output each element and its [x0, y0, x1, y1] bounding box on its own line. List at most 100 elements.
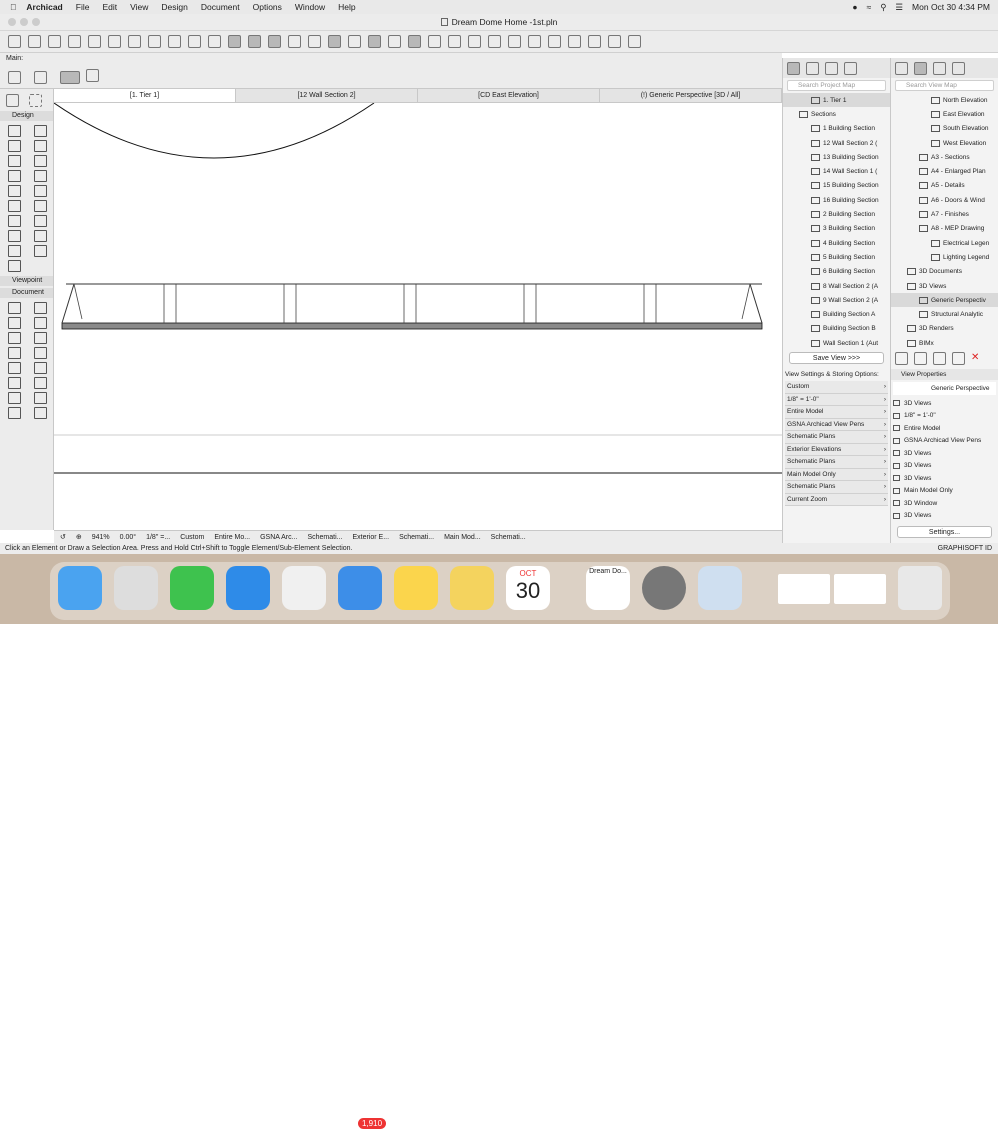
text-tool-icon[interactable]: [8, 332, 21, 344]
layer-icon[interactable]: [188, 35, 201, 48]
apple-menu-icon[interactable]: : [10, 2, 16, 12]
flag-icon[interactable]: [568, 35, 581, 48]
view-map-item[interactable]: 3D Documents: [891, 265, 998, 279]
teamwork-icon[interactable]: [628, 35, 641, 48]
messages-icon[interactable]: [170, 566, 214, 610]
railing-tool-icon[interactable]: [34, 170, 47, 182]
menu-edit[interactable]: Edit: [102, 2, 117, 12]
window-minimize-button[interactable]: [20, 18, 28, 26]
project-map-item[interactable]: 16 Building Section: [783, 193, 890, 207]
view-map-search[interactable]: Search View Map: [895, 80, 994, 91]
line-tool-icon[interactable]: [34, 362, 47, 374]
project-map-item[interactable]: 12 Wall Section 2 (: [783, 136, 890, 150]
section-icon[interactable]: [448, 35, 461, 48]
angle-value[interactable]: 0.00°: [120, 534, 136, 541]
hotspot-star-icon[interactable]: [34, 392, 47, 404]
layout-book-icon-2[interactable]: [933, 62, 946, 75]
element-picker-icon[interactable]: [8, 71, 21, 84]
view-map-item[interactable]: A8 - MEP Drawing: [891, 222, 998, 236]
status-model-view[interactable]: Entire Mo...: [214, 534, 250, 541]
status-dimension-style[interactable]: Schemati...: [491, 534, 526, 541]
project-map-search[interactable]: Search Project Map: [787, 80, 886, 91]
archicad-recent-icon[interactable]: Dream Do...: [586, 566, 630, 610]
view-map-item[interactable]: A4 - Enlarged Plan: [891, 164, 998, 178]
rotation-icon[interactable]: [60, 71, 80, 84]
ruler-icon[interactable]: [208, 35, 221, 48]
scale-value[interactable]: 1/8" =...: [146, 534, 170, 541]
view-map-item[interactable]: East Elevation: [891, 107, 998, 121]
geometry-method-icon[interactable]: [34, 71, 47, 84]
layout-book-icon[interactable]: [825, 62, 838, 75]
marquee-icon[interactable]: [408, 35, 421, 48]
view-setting-row[interactable]: Schematic Plans ›: [785, 456, 888, 469]
undo-view-icon[interactable]: ↺: [60, 533, 66, 541]
change-tool-icon[interactable]: [34, 347, 47, 359]
mesh-tool-icon[interactable]: [34, 215, 47, 227]
viewpoint-section[interactable]: Viewpoint: [0, 276, 53, 286]
new-folder-icon[interactable]: [895, 352, 908, 365]
graphisoft-id[interactable]: GRAPHISOFT ID: [938, 543, 992, 554]
status-pen-set[interactable]: GSNA Arc...: [260, 534, 297, 541]
opening-tool-icon[interactable]: [34, 245, 47, 257]
view-name-field[interactable]: Generic Perspective: [893, 382, 996, 395]
panel-tool-icon[interactable]: [8, 260, 21, 272]
label-tool-icon[interactable]: [34, 332, 47, 344]
project-map-item[interactable]: 8 Wall Section 2 (A: [783, 279, 890, 293]
radial-dimension-tool-icon[interactable]: [34, 302, 47, 314]
view-property-row[interactable]: 3D Views: [891, 397, 998, 410]
arrow-select-icon[interactable]: [6, 94, 19, 107]
view-map-item[interactable]: 3D Views: [891, 279, 998, 293]
view-mode-icon[interactable]: [328, 35, 341, 48]
lock-icon[interactable]: [348, 35, 361, 48]
window-tool-icon[interactable]: [8, 200, 21, 212]
view-map-item[interactable]: Electrical Legen: [891, 236, 998, 250]
project-map-item[interactable]: 1. Tier 1: [783, 93, 890, 108]
table-icon[interactable]: [388, 35, 401, 48]
zone-tool-icon[interactable]: [8, 215, 21, 227]
intersect-icon[interactable]: [548, 35, 561, 48]
photos-icon[interactable]: [282, 566, 326, 610]
tab-tier-1[interactable]: [1. Tier 1]: [54, 89, 236, 102]
view-property-row[interactable]: 3D Views: [891, 460, 998, 473]
drawing-canvas[interactable]: [53, 102, 782, 530]
window-zoom-button[interactable]: [32, 18, 40, 26]
project-map-item[interactable]: Sections: [783, 107, 890, 121]
beam-tool-icon[interactable]: [8, 140, 21, 152]
view-settings-icon[interactable]: [933, 352, 946, 365]
drawing-tool-icon[interactable]: [34, 407, 47, 419]
view-map-item[interactable]: Generic Perspectiv: [891, 293, 998, 308]
view-map-item[interactable]: Structural Analytic: [891, 307, 998, 321]
view-map-item[interactable]: A5 - Details: [891, 179, 998, 193]
status-structure[interactable]: Schemati...: [399, 534, 434, 541]
split-icon[interactable]: [128, 35, 141, 48]
view-property-row[interactable]: 3D Views: [891, 510, 998, 523]
menu-options[interactable]: Options: [253, 2, 282, 12]
redo-icon[interactable]: [48, 35, 61, 48]
hotspot-tool-icon[interactable]: [8, 347, 21, 359]
zoom-value[interactable]: 941%: [92, 534, 110, 541]
guide-line-icon[interactable]: [248, 35, 261, 48]
view-map-item[interactable]: 3D Renders: [891, 322, 998, 336]
clone-view-icon[interactable]: [914, 352, 927, 365]
dimension-tool-icon[interactable]: [8, 302, 21, 314]
adjust-icon[interactable]: [528, 35, 541, 48]
stair-tool-icon[interactable]: [8, 170, 21, 182]
object-tool-icon[interactable]: [8, 230, 21, 242]
rotate-icon[interactable]: [488, 35, 501, 48]
view-property-row[interactable]: GSNA Archicad View Pens: [891, 435, 998, 448]
project-map-item[interactable]: 4 Building Section: [783, 236, 890, 250]
project-map-item[interactable]: Wall Section 1 (Aut: [783, 336, 890, 348]
pan-hand-icon[interactable]: [8, 35, 21, 48]
find-select-icon[interactable]: [68, 35, 81, 48]
datetime[interactable]: Mon Oct 30 4:34 PM: [912, 2, 990, 12]
project-map-item[interactable]: Building Section A: [783, 307, 890, 321]
view-setting-row[interactable]: Custom ›: [785, 381, 888, 394]
project-map-item[interactable]: 5 Building Section: [783, 250, 890, 264]
finder-icon[interactable]: [58, 566, 102, 610]
project-map-item[interactable]: Building Section B: [783, 322, 890, 336]
project-map-item[interactable]: 15 Building Section: [783, 179, 890, 193]
view-property-row[interactable]: 3D Window: [891, 497, 998, 510]
save-view-button[interactable]: Save View >>>: [789, 352, 884, 364]
wifi-icon[interactable]: ≈: [867, 2, 872, 12]
snap-icon[interactable]: [228, 35, 241, 48]
